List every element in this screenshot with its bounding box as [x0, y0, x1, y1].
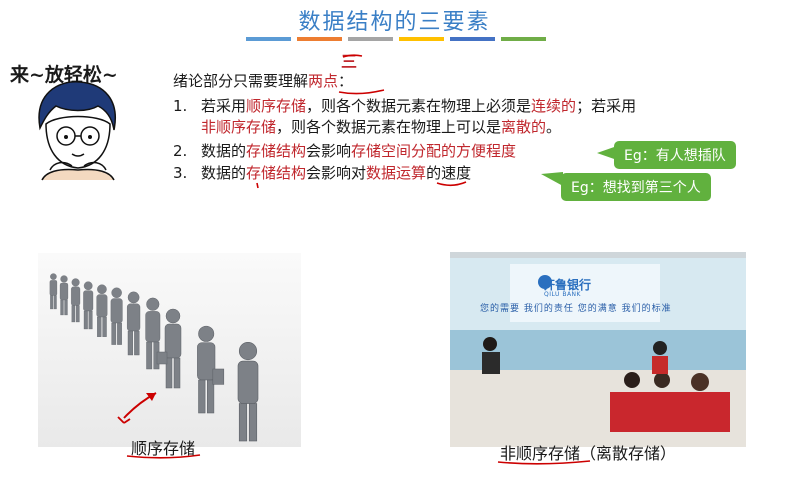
- bank-name-en: QILU BANK: [544, 291, 581, 298]
- queue-people-image: [38, 253, 301, 447]
- left-image-caption: 顺序存储: [131, 439, 196, 458]
- right-image-caption: 非顺序存储（离散存储）: [500, 444, 677, 463]
- bank-hall-image: [450, 252, 746, 447]
- bank-slogan: 您的需要 我们的责任 您的满意 我们的标准: [480, 304, 672, 314]
